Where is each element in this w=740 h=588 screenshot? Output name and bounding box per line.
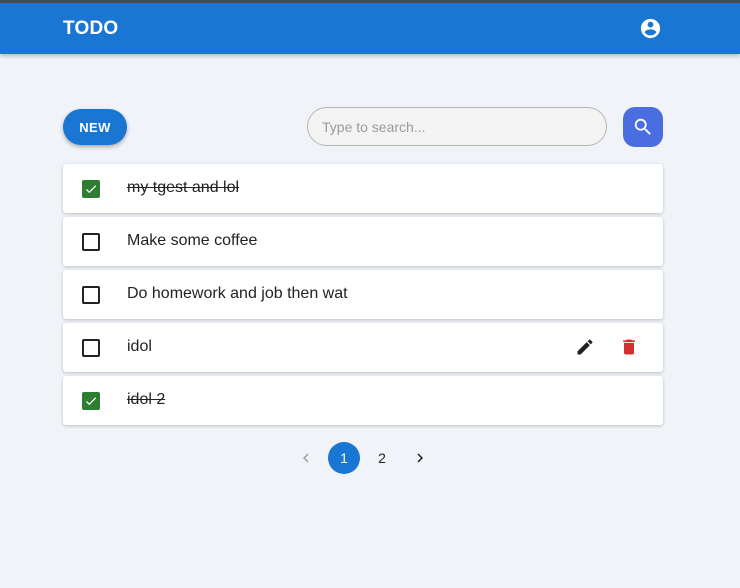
pencil-icon[interactable] xyxy=(575,337,595,357)
todo-text: idol xyxy=(127,338,152,355)
page-button[interactable]: 2 xyxy=(366,442,398,474)
search-button[interactable] xyxy=(623,107,663,147)
app-title: TODO xyxy=(63,18,119,39)
pagination: 1 2 xyxy=(290,441,440,475)
todo-checkbox[interactable] xyxy=(82,286,100,304)
todo-checkbox[interactable] xyxy=(82,392,100,410)
search-icon xyxy=(634,118,651,135)
todo-item[interactable]: my tgest and lol xyxy=(63,164,663,213)
todo-list: my tgest and lol Make some coffee Do hom… xyxy=(63,164,663,429)
todo-checkbox[interactable] xyxy=(82,233,100,251)
todo-text: my tgest and lol xyxy=(127,179,240,196)
chevron-left-icon[interactable] xyxy=(297,449,315,467)
todo-item[interactable]: Do homework and job then wat xyxy=(63,270,663,319)
todo-checkbox[interactable] xyxy=(82,180,100,198)
app-bar: TODO xyxy=(0,3,740,54)
check-icon xyxy=(85,185,97,194)
trash-icon[interactable] xyxy=(619,337,639,357)
todo-item[interactable]: idol xyxy=(63,323,663,372)
todo-item[interactable]: idol 2 xyxy=(63,376,663,425)
chevron-right-icon[interactable] xyxy=(411,449,429,467)
todo-checkbox[interactable] xyxy=(82,339,100,357)
todo-text: Do homework and job then wat xyxy=(127,285,348,302)
todo-text: Make some coffee xyxy=(127,232,258,249)
new-todo-button[interactable]: NEW xyxy=(63,109,127,145)
search-input[interactable] xyxy=(307,107,607,146)
todo-item[interactable]: Make some coffee xyxy=(63,217,663,266)
page-button-current[interactable]: 1 xyxy=(328,442,360,474)
account-circle-icon[interactable] xyxy=(639,17,662,40)
todo-text: idol 2 xyxy=(127,391,166,408)
check-icon xyxy=(85,397,97,406)
